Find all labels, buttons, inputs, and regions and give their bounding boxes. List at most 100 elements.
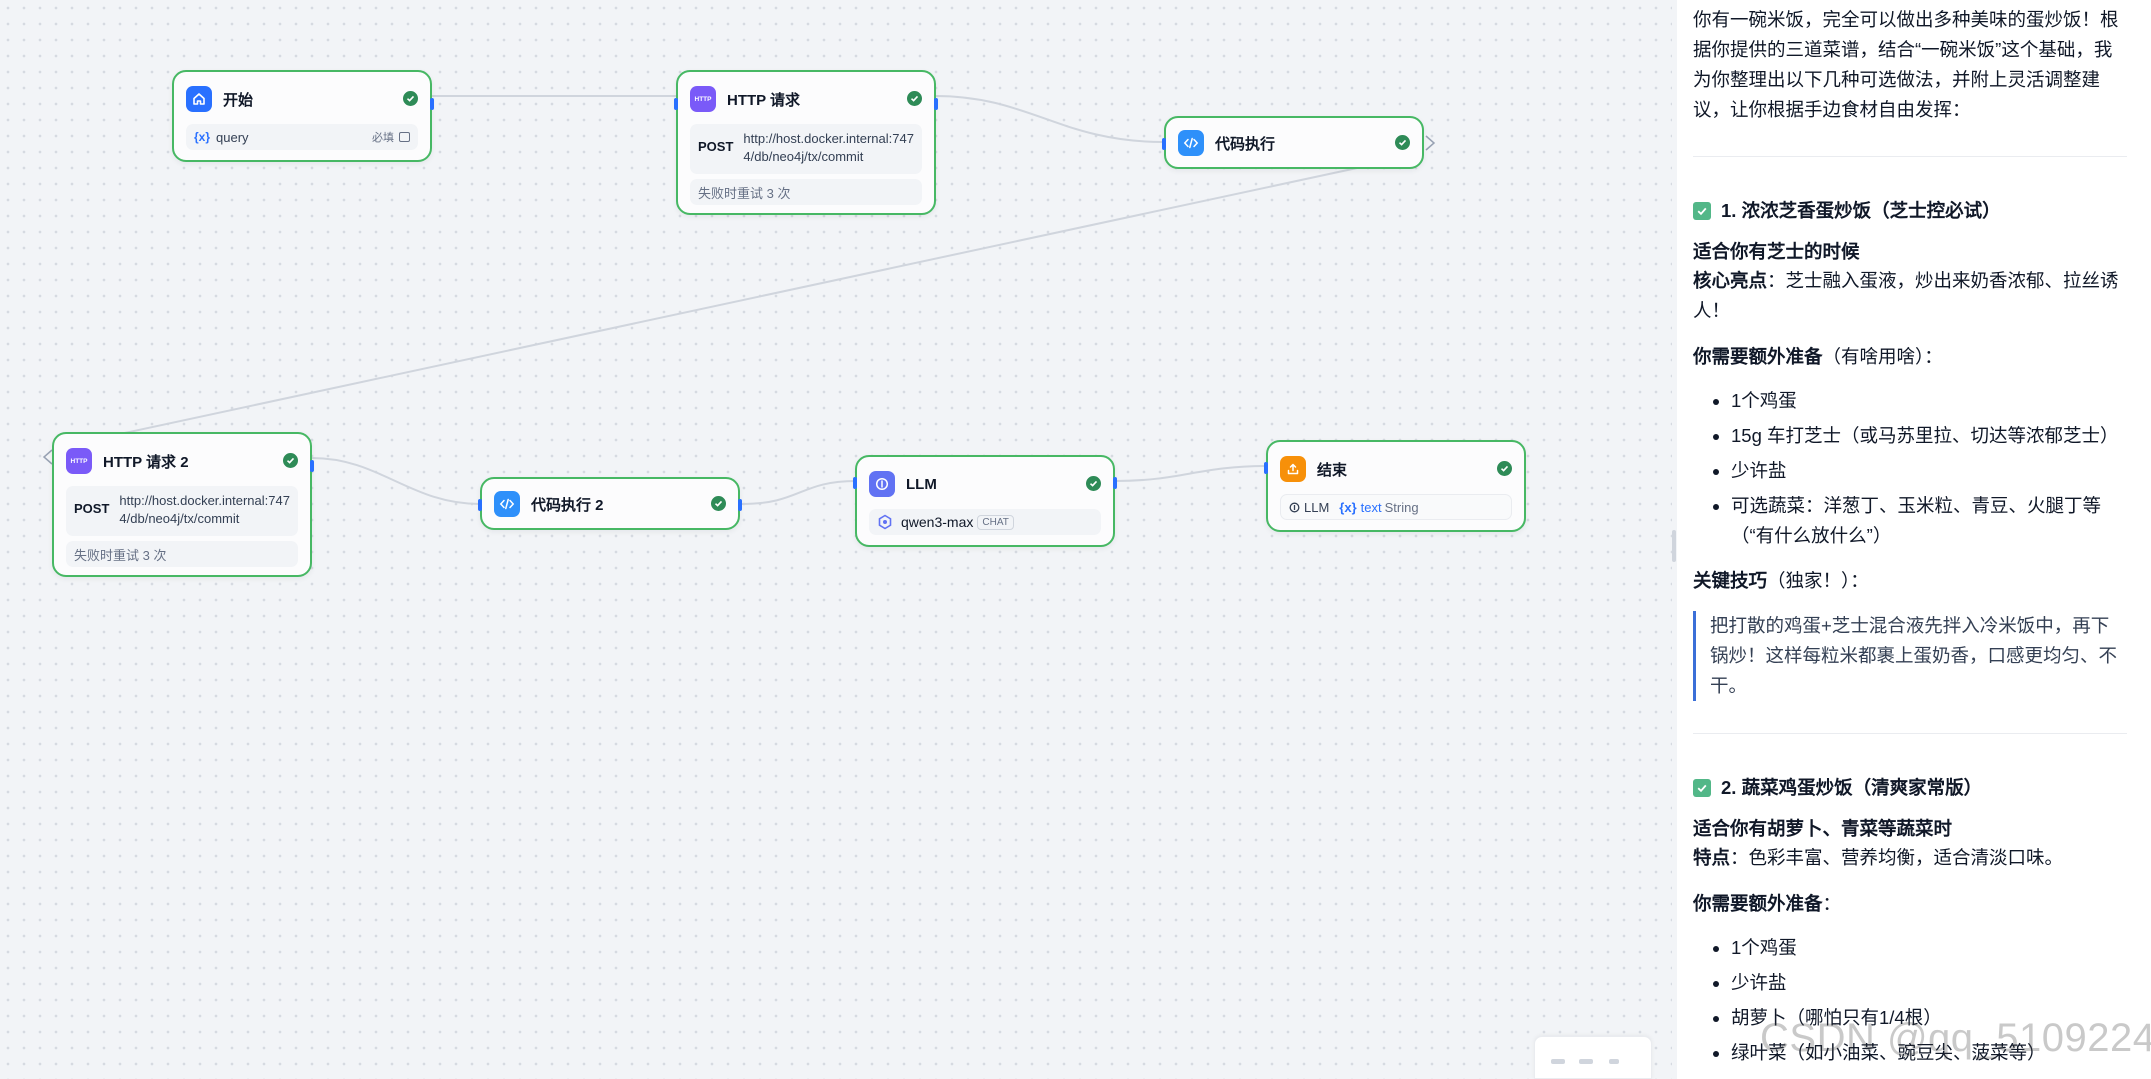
code-icon	[494, 491, 520, 517]
section-1-suitable: 适合你有芝士的时候	[1693, 241, 1860, 262]
output-source: LLM	[1304, 499, 1330, 515]
handle-left[interactable]	[478, 499, 482, 511]
retry-setting[interactable]: 失败时重试 3 次	[66, 541, 298, 567]
http-method: POST	[698, 139, 734, 154]
request-config[interactable]: POST http://host.docker.internal:7474/db…	[690, 124, 922, 174]
list-item: 1个鸡蛋	[1693, 386, 2131, 421]
variable-name: query	[216, 129, 249, 145]
section-2-ingredients: 1个鸡蛋 少许盐 胡萝卜（哪怕只有1/4根） 绿叶菜（如小油菜、豌豆尖、菠菜等）	[1693, 933, 2131, 1073]
llm-source-icon	[1289, 502, 1300, 512]
node-code-execution[interactable]: 代码执行	[1162, 116, 1424, 169]
handle-right-code1[interactable]	[1425, 135, 1436, 151]
node-http-request[interactable]: HTTP HTTP 请求 POST http://host.docker.int…	[674, 70, 938, 215]
code-icon	[1178, 130, 1204, 156]
http-method: POST	[74, 501, 110, 516]
minimap-node	[1551, 1059, 1565, 1064]
node-title: HTTP 请求 2	[103, 453, 189, 471]
home-icon	[186, 86, 212, 112]
llm-icon	[869, 471, 895, 497]
text-type-icon	[399, 132, 410, 142]
section-2-suitable: 适合你有胡萝卜、青菜等蔬菜时	[1693, 818, 1953, 839]
handle-left-http2[interactable]	[42, 449, 53, 465]
section-2-feature: 特点：色彩丰富、营养均衡，适合清淡口味。	[1693, 847, 2064, 868]
http-icon: HTTP	[66, 448, 92, 474]
result-panel[interactable]: 你有一碗米饭，完全可以做出多种美味的蛋炒饭！根据你提供的三道菜谱，结合“一碗米饭…	[1677, 0, 2151, 1079]
retry-text: 失败时重试 3 次	[698, 185, 791, 201]
handle-right[interactable]	[430, 98, 434, 110]
success-check-icon	[1497, 461, 1512, 476]
output-var-name: text	[1360, 499, 1382, 515]
handle-right[interactable]	[1113, 477, 1117, 489]
list-item: 绿叶菜（如小油菜、豌豆尖、菠菜等）	[1693, 1038, 2131, 1073]
handle-left[interactable]	[674, 98, 678, 110]
section-2-title: 2. 蔬菜鸡蛋炒饭（清爽家常版）	[1693, 773, 1982, 803]
workflow-canvas[interactable]: 开始 {x} query 必填 HTTP HTTP 请求 POST http:/…	[0, 0, 1672, 1079]
divider	[1693, 156, 2127, 157]
retry-setting[interactable]: 失败时重试 3 次	[690, 179, 922, 205]
model-selector[interactable]: qwen3-max CHAT	[869, 509, 1101, 535]
list-item: 可选蔬菜：洋葱丁、玉米粒、青豆、火腿丁等（“有什么放什么”）	[1693, 491, 2131, 556]
node-start[interactable]: 开始 {x} query 必填	[172, 70, 434, 162]
panel-resize-handle[interactable]	[1672, 530, 1676, 562]
edge-http2-code2	[311, 457, 481, 505]
section-1-ingredients: 1个鸡蛋 15g 车打芝士（或马苏里拉、切达等浓郁芝士） 少许盐 可选蔬菜：洋葱…	[1693, 386, 2131, 556]
success-check-icon	[711, 496, 726, 511]
output-var-type: String	[1384, 499, 1419, 515]
intro-paragraph: 你有一碗米饭，完全可以做出多种美味的蛋炒饭！根据你提供的三道菜谱，结合“一碗米饭…	[1693, 9, 2119, 120]
divider	[1693, 733, 2127, 734]
edge-http1-code1	[934, 95, 1165, 143]
request-url: http://host.docker.internal:7474/db/neo4…	[743, 131, 914, 164]
http-icon: HTTP	[690, 86, 716, 112]
minimap-node	[1579, 1059, 1593, 1064]
node-title: 代码执行	[1215, 135, 1276, 153]
retry-text: 失败时重试 3 次	[74, 547, 167, 563]
handle-right[interactable]	[310, 460, 314, 472]
handle-right[interactable]	[934, 98, 938, 110]
output-variable[interactable]: LLM {x} text String	[1280, 494, 1512, 520]
node-http-request-2[interactable]: HTTP HTTP 请求 2 POST http://host.docker.i…	[52, 432, 314, 577]
request-config[interactable]: POST http://host.docker.internal:7474/db…	[66, 486, 298, 536]
section-1-tip-quote: 把打散的鸡蛋+芝士混合液先拌入冷米饭中，再下锅炒！这样每粒米都裹上蛋奶香，口感更…	[1693, 611, 2127, 701]
minimap[interactable]	[1534, 1036, 1652, 1079]
end-icon	[1280, 456, 1306, 482]
edge-code2-llm	[741, 480, 857, 505]
required-label: 必填	[372, 129, 410, 145]
list-item: 1个鸡蛋	[1693, 933, 2131, 968]
node-end[interactable]: 结束 LLM {x} text String	[1264, 440, 1526, 532]
section-2-prep-heading: 你需要额外准备：	[1693, 893, 1842, 914]
success-check-icon	[403, 91, 418, 106]
node-title: LLM	[906, 475, 937, 493]
node-title: 代码执行 2	[531, 496, 604, 514]
node-title: HTTP 请求	[727, 91, 801, 109]
node-title: 开始	[223, 91, 254, 109]
list-item: 胡萝卜（哪怕只有1/4根）	[1693, 1003, 2131, 1038]
qwen-model-icon	[878, 514, 892, 530]
variable-icon: {x}	[194, 130, 211, 144]
node-title: 结束	[1317, 461, 1348, 479]
variable-icon: {x}	[1339, 499, 1357, 515]
request-url: http://host.docker.internal:7474/db/neo4…	[119, 493, 290, 526]
handle-left[interactable]	[853, 477, 857, 489]
model-name: qwen3-max	[901, 514, 974, 530]
success-check-icon	[1395, 135, 1410, 150]
section-1-prep-heading: 你需要额外准备（有啥用啥）：	[1693, 346, 1943, 367]
checkbox-icon	[1693, 779, 1711, 797]
list-item: 少许盐	[1693, 456, 2131, 491]
section-1-highlight: 核心亮点：芝士融入蛋液，炒出来奶香浓郁、拉丝诱人！	[1693, 270, 2119, 321]
node-code-execution-2[interactable]: 代码执行 2	[478, 477, 742, 530]
success-check-icon	[907, 91, 922, 106]
section-1-title: 1. 浓浓芝香蛋炒饭（芝士控必试）	[1693, 196, 2001, 226]
success-check-icon	[1086, 476, 1101, 491]
handle-left[interactable]	[1264, 462, 1268, 474]
success-check-icon	[283, 453, 298, 468]
minimap-node	[1609, 1059, 1619, 1064]
list-item: 少许盐	[1693, 968, 2131, 1003]
node-llm[interactable]: LLM qwen3-max CHAT	[853, 455, 1117, 547]
handle-left[interactable]	[1162, 138, 1166, 150]
input-variable[interactable]: {x} query 必填	[186, 124, 418, 150]
checkbox-icon	[1693, 202, 1711, 220]
chat-badge: CHAT	[977, 514, 1014, 530]
edge-llm-end	[1115, 465, 1267, 482]
handle-right[interactable]	[738, 499, 742, 511]
list-item: 15g 车打芝士（或马苏里拉、切达等浓郁芝士）	[1693, 421, 2131, 456]
